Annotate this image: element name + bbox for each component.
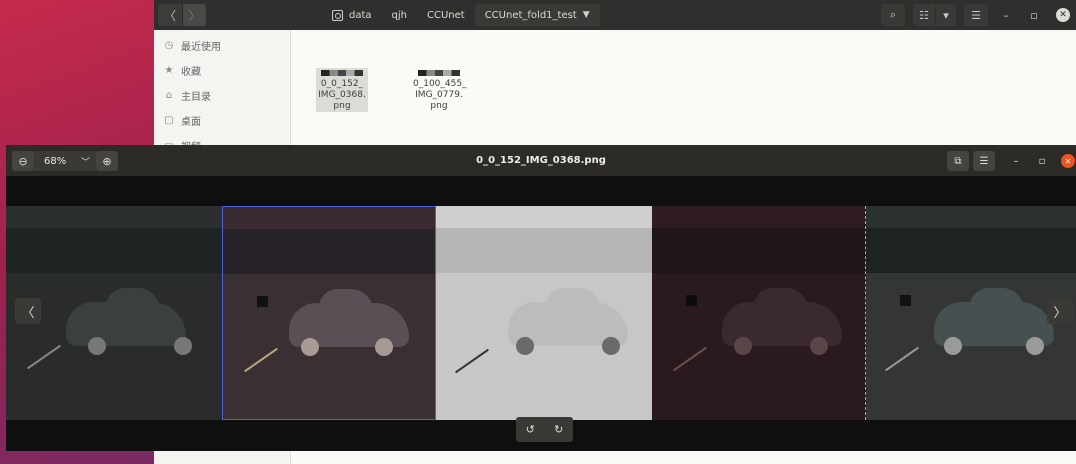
zoom-out-icon: ⊖ — [18, 154, 28, 168]
file-name-line: png — [333, 101, 351, 111]
star-icon: ★ — [164, 65, 174, 76]
desktop-icon: ▢ — [164, 115, 174, 126]
forward-icon: 〉 — [188, 8, 201, 23]
viewer-header-actions: ⧉ ☰ – ▫ ✕ — [943, 150, 1076, 172]
zoom-controls: ⊖ 68% ﹀ ⊕ — [12, 151, 118, 171]
viewer-minimize-button[interactable]: – — [1005, 151, 1027, 171]
sidebar-item-desktop[interactable]: ▢ 桌面 — [154, 108, 290, 133]
breadcrumb-label: qjh — [391, 9, 407, 21]
minimize-button[interactable]: – — [994, 4, 1018, 26]
home-icon: ⌂ — [165, 90, 173, 101]
menu-button[interactable]: ☰ — [964, 4, 988, 26]
close-icon: ✕ — [1059, 10, 1067, 20]
viewer-maximize-button[interactable]: ▫ — [1031, 151, 1053, 171]
sidebar-item-label: 收藏 — [181, 67, 201, 78]
file-name-line: IMG_0368. — [318, 90, 366, 100]
home-drive-icon — [332, 9, 343, 21]
forward-button[interactable]: 〉 — [182, 4, 206, 26]
gallery-button[interactable]: ⧉ — [947, 151, 969, 171]
sidebar-item-home[interactable]: ⌂ 主目录 — [154, 83, 290, 108]
image-scene — [652, 206, 865, 420]
breadcrumb-data[interactable]: data — [322, 4, 382, 26]
minimize-icon: – — [1003, 8, 1009, 22]
image-viewer-window: 0_0_152_IMG_0368.png ⊖ 68% ﹀ ⊕ ⧉ ☰ – ▫ ✕ — [6, 145, 1076, 451]
rotate-controls: ↺ ↻ — [516, 417, 573, 442]
maximize-button[interactable]: ▫ — [1022, 4, 1046, 26]
window-title: 0_0_152_IMG_0368.png — [476, 155, 606, 166]
file-name-line: IMG_0779. — [415, 90, 463, 100]
image-canvas: 〈 〉 ↺ ↻ — [6, 176, 1076, 451]
image-scene — [436, 206, 652, 420]
gallery-icon: ⧉ — [954, 155, 962, 167]
search-icon: ⌕ — [889, 8, 897, 21]
sidebar-item-label: 主目录 — [181, 92, 211, 103]
rotate-left-icon[interactable]: ↺ — [526, 423, 535, 436]
chevron-left-icon: 〈 — [21, 305, 35, 321]
back-button[interactable]: 〈 — [158, 4, 182, 26]
close-button[interactable]: ✕ — [1056, 8, 1070, 22]
image-scene — [223, 207, 435, 419]
breadcrumb-label: CCUnet_fold1_test — [484, 9, 577, 21]
image-panel-2 — [436, 206, 652, 420]
file-item[interactable]: 0_0_152_ IMG_0368. png — [316, 68, 368, 112]
chevron-down-icon: ▾ — [943, 8, 949, 22]
view-options-button[interactable]: ▾ — [936, 4, 956, 26]
list-icon: ☷ — [919, 8, 929, 22]
header-actions: ⌕ ☷ ▾ ☰ – ▫ ✕ — [877, 4, 1076, 26]
back-icon: 〈 — [163, 8, 176, 23]
clock-icon: ◷ — [164, 40, 174, 51]
sidebar-item-starred[interactable]: ★ 收藏 — [154, 58, 290, 83]
breadcrumb-label: CCUnet — [427, 9, 465, 21]
chevron-down-icon: ﹀ — [80, 157, 90, 168]
file-item[interactable]: 0_100_455_ IMG_0779. png — [413, 68, 467, 112]
previous-image-button[interactable]: 〈 — [15, 298, 41, 324]
next-image-button[interactable]: 〉 — [1047, 298, 1073, 324]
breadcrumb-label: data — [349, 9, 372, 21]
image-panel-1 — [222, 206, 436, 420]
sidebar-item-label: 最近使用 — [181, 42, 221, 53]
hamburger-icon: ☰ — [979, 155, 989, 167]
maximize-icon: ▫ — [1038, 155, 1046, 167]
minimize-icon: – — [1013, 155, 1019, 167]
viewer-menu-button[interactable]: ☰ — [973, 151, 995, 171]
file-manager-header: 〈 〉 data qjh CCUnet CCUnet_fold1_test ▼ … — [154, 0, 1076, 30]
breadcrumb-ccunet[interactable]: CCUnet — [417, 4, 475, 26]
list-view-button[interactable]: ☷ — [913, 4, 935, 26]
hamburger-icon: ☰ — [971, 8, 981, 22]
close-icon: ✕ — [1064, 156, 1072, 166]
maximize-icon: ▫ — [1030, 8, 1038, 22]
breadcrumb-ccunet-fold1-test[interactable]: CCUnet_fold1_test ▼ — [474, 4, 600, 26]
file-name-line: 0_100_455_ — [413, 79, 467, 89]
image-panel-3 — [652, 206, 866, 420]
image-panel-4 — [866, 206, 1076, 420]
viewer-close-button[interactable]: ✕ — [1061, 154, 1075, 168]
zoom-in-button[interactable]: ⊕ — [96, 151, 118, 171]
file-thumbnail — [321, 70, 363, 76]
zoom-level-dropdown[interactable]: 68% ﹀ — [34, 151, 96, 171]
breadcrumb-qjh[interactable]: qjh — [382, 4, 417, 26]
file-name-line: 0_0_152_ — [320, 79, 364, 89]
sidebar-item-label: 桌面 — [181, 117, 201, 128]
sidebar-item-recent[interactable]: ◷ 最近使用 — [154, 33, 290, 58]
chevron-right-icon: 〉 — [1053, 305, 1067, 321]
file-grid: 0_0_152_ IMG_0368. png 0_100_455_ IMG_07… — [291, 30, 1076, 145]
file-thumbnail — [418, 70, 460, 76]
image-viewer-header: 0_0_152_IMG_0368.png ⊖ 68% ﹀ ⊕ ⧉ ☰ – ▫ ✕ — [6, 145, 1076, 176]
navigation-buttons: 〈 〉 — [158, 4, 206, 26]
image-scene — [866, 206, 1076, 420]
dropdown-icon: ▼ — [582, 10, 590, 20]
zoom-level: 68% — [44, 155, 67, 167]
rotate-right-icon[interactable]: ↻ — [554, 423, 563, 436]
zoom-out-button[interactable]: ⊖ — [12, 151, 34, 171]
breadcrumb: data qjh CCUnet CCUnet_fold1_test ▼ — [322, 4, 600, 26]
file-name-line: png — [430, 101, 448, 111]
zoom-in-icon: ⊕ — [102, 154, 112, 168]
search-button[interactable]: ⌕ — [881, 4, 905, 26]
